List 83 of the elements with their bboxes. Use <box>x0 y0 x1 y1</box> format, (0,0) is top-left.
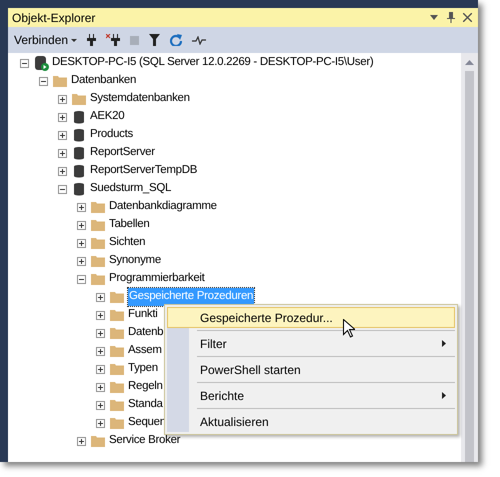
tree-item[interactable]: Datenbanken <box>71 72 136 90</box>
scrollbar-thumb[interactable] <box>465 71 474 462</box>
expand-icon[interactable] <box>77 256 86 266</box>
expand-icon[interactable] <box>96 400 105 410</box>
folder-icon <box>52 73 68 89</box>
tree-item[interactable]: Assem <box>128 342 162 360</box>
dropdown-icon[interactable] <box>430 15 438 20</box>
expand-icon[interactable] <box>96 418 105 428</box>
tree-item[interactable]: Products <box>90 126 133 144</box>
plug-icon[interactable] <box>87 34 96 46</box>
refresh-icon[interactable] <box>170 34 182 46</box>
tree-item[interactable]: Systemdatenbanken <box>90 90 190 108</box>
tree-item[interactable]: Datenb <box>128 324 164 342</box>
folder-icon <box>109 307 125 323</box>
database-icon <box>71 181 87 197</box>
collapse-icon[interactable] <box>58 184 67 194</box>
activity-icon[interactable] <box>192 36 206 44</box>
database-icon <box>71 127 87 143</box>
tree-item[interactable]: Datenbankdiagramme <box>109 198 217 216</box>
tree-item[interactable]: Regeln <box>128 378 163 396</box>
mouse-pointer-icon <box>343 319 355 338</box>
tree-item[interactable]: ReportServer <box>90 144 155 162</box>
folder-icon <box>109 415 125 431</box>
tree-item[interactable]: ReportServerTempDB <box>90 162 198 180</box>
caret-icon <box>71 38 78 42</box>
folder-icon <box>90 217 106 233</box>
connect-button[interactable]: Verbinden <box>14 31 78 49</box>
database-icon <box>71 109 87 125</box>
expand-icon[interactable] <box>96 364 105 374</box>
expand-icon[interactable] <box>77 436 86 446</box>
tree-item[interactable]: Service Broker <box>109 432 180 450</box>
collapse-icon[interactable] <box>20 58 29 68</box>
tree-item[interactable]: Synonyme <box>109 252 161 270</box>
expand-icon[interactable] <box>77 238 86 248</box>
tree-item[interactable]: DESKTOP-PC-I5 (SQL Server 12.0.2269 - DESKTOP-PC-I5\User) <box>52 54 374 72</box>
expand-icon[interactable] <box>58 94 67 104</box>
folder-icon <box>109 361 125 377</box>
expand-icon[interactable] <box>58 130 67 140</box>
menu-item[interactable]: PowerShell starten <box>167 359 455 380</box>
folder-icon <box>109 379 125 395</box>
expand-icon[interactable] <box>58 112 67 122</box>
folder-icon <box>90 235 106 251</box>
tree-item[interactable]: Standa <box>128 396 163 414</box>
expand-icon[interactable] <box>96 310 105 320</box>
folder-icon <box>109 289 125 305</box>
collapse-icon[interactable] <box>39 76 48 86</box>
folder-icon <box>90 433 106 449</box>
expand-icon[interactable] <box>77 202 86 212</box>
tree-item[interactable]: Sichten <box>109 234 146 252</box>
scrollbar[interactable] <box>461 53 478 462</box>
pin-icon[interactable] <box>447 12 455 23</box>
expand-icon[interactable] <box>58 148 67 158</box>
panel-title: Objekt-Explorer <box>12 10 96 26</box>
menu-item[interactable]: Gespeicherte Prozedur... <box>167 307 455 328</box>
tree-item[interactable]: Programmierbarkeit <box>109 270 205 288</box>
expand-icon[interactable] <box>96 328 105 338</box>
tree-item[interactable]: Suedsturm_SQL <box>90 180 172 198</box>
database-icon <box>71 145 87 161</box>
close-icon[interactable] <box>463 13 472 22</box>
tree-item[interactable]: Funkti <box>128 306 158 324</box>
folder-icon <box>90 253 106 269</box>
collapse-icon[interactable] <box>77 274 86 284</box>
folder-icon <box>109 325 125 341</box>
database-icon <box>71 163 87 179</box>
plug-x-icon[interactable] <box>106 34 120 46</box>
folder-icon <box>90 199 106 215</box>
menu-item[interactable]: Aktualisieren <box>167 411 455 432</box>
menu-item[interactable]: Filter <box>167 333 455 354</box>
expand-icon[interactable] <box>96 382 105 392</box>
tree-item[interactable]: Typen <box>128 360 158 378</box>
folder-icon <box>71 91 87 107</box>
folder-icon <box>90 271 106 287</box>
expand-icon[interactable] <box>58 166 67 176</box>
tree-item[interactable]: Tabellen <box>109 216 150 234</box>
scroll-up-icon[interactable] <box>465 60 474 65</box>
tree-item[interactable]: AEK20 <box>90 108 124 126</box>
expand-icon[interactable] <box>96 346 105 356</box>
menu-item[interactable]: Berichte <box>167 385 455 406</box>
filter-icon[interactable] <box>149 34 160 46</box>
expand-icon[interactable] <box>77 220 86 230</box>
expand-icon[interactable] <box>96 292 105 302</box>
folder-icon <box>109 343 125 359</box>
folder-icon <box>109 397 125 413</box>
